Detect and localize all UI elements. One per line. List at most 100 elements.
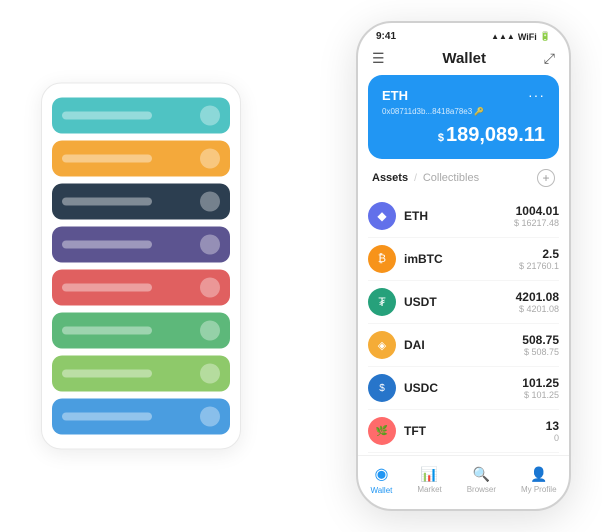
usdt-icon: ₮: [368, 288, 396, 316]
eth-amount: 1004.01: [514, 204, 559, 218]
usdt-usd: $ 4201.08: [516, 304, 559, 314]
dai-amount: 508.75: [522, 333, 559, 347]
usdc-icon: $: [368, 374, 396, 402]
card-stack: [41, 83, 241, 450]
dai-usd: $ 508.75: [522, 347, 559, 357]
menu-icon[interactable]: ☰: [372, 50, 385, 67]
eth-card-balance: $189,089.11: [382, 124, 545, 147]
eth-card-address: 0x08711d3b...8418a78e3 🔑: [382, 107, 545, 116]
tft-name: TFT: [404, 424, 546, 438]
market-nav-icon: 📊: [421, 466, 438, 483]
usdt-name: USDT: [404, 295, 516, 309]
eth-card[interactable]: ETH ··· 0x08711d3b...8418a78e3 🔑 $189,08…: [368, 75, 559, 159]
stack-card-blue[interactable]: [52, 399, 230, 435]
phone-header: ☰ Wallet ⤢: [358, 46, 569, 75]
status-icons: ▲▲▲ WiFi 🔋: [491, 31, 551, 42]
expand-icon[interactable]: ⤢: [544, 50, 555, 67]
nav-browser[interactable]: 🔍 Browser: [467, 466, 496, 494]
stack-bar: [62, 284, 152, 292]
stack-icon: [200, 192, 220, 212]
dollar-sign: $: [438, 132, 444, 144]
profile-nav-label: My Profile: [521, 485, 557, 494]
eth-values: 1004.01 $ 16217.48: [514, 204, 559, 228]
stack-card-lightgreen[interactable]: [52, 356, 230, 392]
usdt-values: 4201.08 $ 4201.08: [516, 290, 559, 314]
eth-usd: $ 16217.48: [514, 218, 559, 228]
page-title: Wallet: [442, 50, 486, 67]
phone-mockup: 9:41 ▲▲▲ WiFi 🔋 ☰ Wallet ⤢ ETH ··· 0x087…: [356, 21, 571, 511]
nav-market[interactable]: 📊 Market: [417, 466, 441, 494]
stack-icon: [200, 149, 220, 169]
stack-icon: [200, 235, 220, 255]
bottom-nav: ◉ Wallet 📊 Market 🔍 Browser 👤 My Profile: [358, 455, 569, 509]
stack-bar: [62, 198, 152, 206]
asset-item-tft[interactable]: 🌿 TFT 13 0: [368, 410, 559, 453]
imbtc-name: imBTC: [404, 252, 519, 266]
nav-wallet[interactable]: ◉ Wallet: [370, 464, 392, 495]
eth-card-title: ETH: [382, 88, 408, 103]
stack-bar: [62, 413, 152, 421]
wallet-nav-label: Wallet: [370, 486, 392, 495]
wifi-icon: WiFi: [518, 32, 537, 42]
dai-values: 508.75 $ 508.75: [522, 333, 559, 357]
assets-tabs: Assets / Collectibles: [372, 172, 479, 184]
usdc-values: 101.25 $ 101.25: [522, 376, 559, 400]
status-bar: 9:41 ▲▲▲ WiFi 🔋: [358, 23, 569, 46]
tab-collectibles[interactable]: Collectibles: [423, 172, 479, 184]
market-nav-label: Market: [417, 485, 441, 494]
stack-icon: [200, 364, 220, 384]
dai-icon: ◈: [368, 331, 396, 359]
asset-item-usdt[interactable]: ₮ USDT 4201.08 $ 4201.08: [368, 281, 559, 324]
battery-icon: 🔋: [540, 31, 551, 42]
profile-nav-icon: 👤: [530, 466, 547, 483]
add-asset-button[interactable]: +: [537, 169, 555, 187]
eth-name: ETH: [404, 209, 514, 223]
tft-icon: 🌿: [368, 417, 396, 445]
imbtc-icon: ₿: [368, 245, 396, 273]
balance-amount: 189,089.11: [446, 124, 545, 146]
tft-values: 13 0: [546, 419, 559, 443]
eth-card-header: ETH ···: [382, 87, 545, 103]
usdc-amount: 101.25: [522, 376, 559, 390]
usdt-amount: 4201.08: [516, 290, 559, 304]
stack-bar: [62, 370, 152, 378]
stack-icon: [200, 106, 220, 126]
eth-card-menu[interactable]: ···: [528, 87, 545, 103]
browser-nav-label: Browser: [467, 485, 496, 494]
stack-card-purple[interactable]: [52, 227, 230, 263]
asset-item-imbtc[interactable]: ₿ imBTC 2.5 $ 21760.1: [368, 238, 559, 281]
imbtc-usd: $ 21760.1: [519, 261, 559, 271]
tab-divider: /: [414, 173, 417, 184]
imbtc-values: 2.5 $ 21760.1: [519, 247, 559, 271]
stack-icon: [200, 321, 220, 341]
assets-header: Assets / Collectibles +: [358, 169, 569, 195]
asset-item-eth[interactable]: ◆ ETH 1004.01 $ 16217.48: [368, 195, 559, 238]
stack-card-green[interactable]: [52, 313, 230, 349]
time-display: 9:41: [376, 31, 396, 42]
stack-card-red[interactable]: [52, 270, 230, 306]
imbtc-amount: 2.5: [519, 247, 559, 261]
stack-bar: [62, 155, 152, 163]
stack-card-teal[interactable]: [52, 98, 230, 134]
tft-usd: 0: [546, 433, 559, 443]
stack-bar: [62, 112, 152, 120]
stack-icon: [200, 278, 220, 298]
stack-icon: [200, 407, 220, 427]
scene: 9:41 ▲▲▲ WiFi 🔋 ☰ Wallet ⤢ ETH ··· 0x087…: [11, 11, 591, 521]
usdc-name: USDC: [404, 381, 522, 395]
browser-nav-icon: 🔍: [473, 466, 490, 483]
asset-list: ◆ ETH 1004.01 $ 16217.48 ₿ imBTC 2.5 $ 2…: [358, 195, 569, 455]
signal-icon: ▲▲▲: [491, 32, 515, 41]
stack-card-dark[interactable]: [52, 184, 230, 220]
wallet-nav-icon: ◉: [374, 464, 388, 484]
stack-bar: [62, 327, 152, 335]
stack-card-orange[interactable]: [52, 141, 230, 177]
eth-icon: ◆: [368, 202, 396, 230]
usdc-usd: $ 101.25: [522, 390, 559, 400]
asset-item-usdc[interactable]: $ USDC 101.25 $ 101.25: [368, 367, 559, 410]
tab-assets[interactable]: Assets: [372, 172, 408, 184]
nav-profile[interactable]: 👤 My Profile: [521, 466, 557, 494]
tft-amount: 13: [546, 419, 559, 433]
asset-item-dai[interactable]: ◈ DAI 508.75 $ 508.75: [368, 324, 559, 367]
dai-name: DAI: [404, 338, 522, 352]
